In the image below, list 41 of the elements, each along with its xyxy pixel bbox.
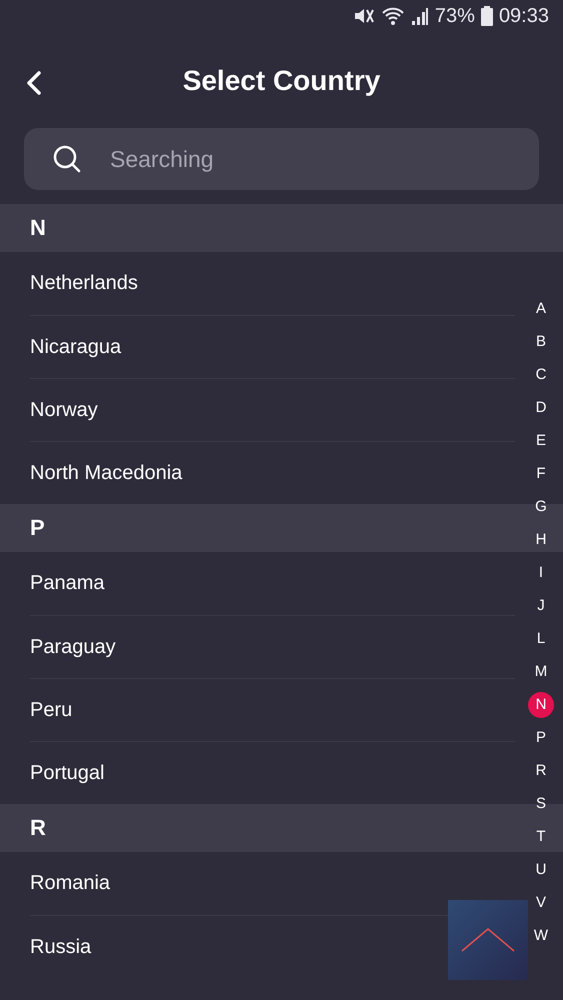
country-item[interactable]: Norway: [30, 398, 98, 422]
country-item[interactable]: Paraguay: [30, 636, 116, 658]
index-letter[interactable]: L: [528, 626, 554, 652]
index-letter[interactable]: J: [528, 592, 554, 618]
index-letter[interactable]: A: [528, 296, 554, 322]
index-letter[interactable]: E: [528, 428, 554, 454]
screen-title: Select Country: [182, 65, 380, 97]
index-letter[interactable]: I: [528, 560, 554, 586]
search-icon: [52, 144, 82, 174]
country-item[interactable]: Panama: [30, 572, 104, 595]
country-item[interactable]: Netherlands: [30, 272, 138, 295]
index-letter[interactable]: V: [528, 890, 554, 916]
index-letter[interactable]: G: [528, 494, 554, 520]
index-letter[interactable]: P: [528, 724, 554, 750]
index-letter[interactable]: T: [528, 824, 554, 850]
index-letter[interactable]: U: [528, 856, 554, 882]
search-field[interactable]: Searching: [108, 144, 511, 174]
clock-time: 09:33: [498, 4, 549, 28]
wifi-icon: [380, 6, 405, 26]
battery-percent: 73%: [434, 4, 475, 28]
country-item[interactable]: North Macedonia: [30, 462, 182, 484]
index-letter[interactable]: S: [528, 790, 554, 816]
battery-icon: [480, 6, 493, 26]
index-letter[interactable]: N: [528, 692, 554, 718]
signal-icon: [410, 6, 429, 26]
search-bar[interactable]: Searching: [24, 128, 539, 190]
country-item[interactable]: Russia: [30, 936, 92, 958]
index-letter[interactable]: C: [528, 362, 554, 388]
index-letter[interactable]: W: [528, 922, 554, 948]
index-letter[interactable]: M: [528, 658, 554, 684]
index-letter[interactable]: F: [528, 460, 554, 486]
section-header: N: [0, 204, 563, 252]
country-item[interactable]: Portugal: [30, 762, 104, 784]
index-letter[interactable]: D: [528, 394, 554, 420]
country-item[interactable]: Romania: [30, 872, 110, 895]
country-item[interactable]: Peru: [30, 698, 72, 722]
mute-icon: [352, 6, 375, 26]
index-letter[interactable]: H: [528, 526, 554, 552]
index-letter[interactable]: B: [528, 328, 554, 354]
index-letter[interactable]: R: [528, 758, 554, 784]
country-item[interactable]: Nicaragua: [30, 336, 122, 358]
